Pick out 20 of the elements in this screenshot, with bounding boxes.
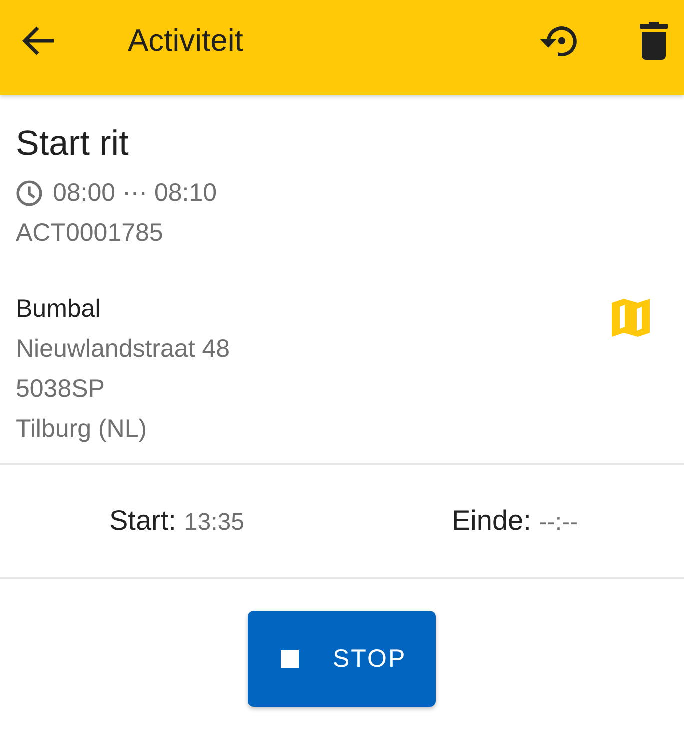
back-arrow-icon [22, 26, 56, 56]
time-window: 08:00 ⋯ 08:10 [53, 173, 218, 213]
time-value: --:-- [539, 509, 578, 537]
clock-icon [16, 180, 43, 206]
address-name: Bumbal [16, 294, 102, 325]
activity-title: Start rit [16, 123, 130, 165]
delete-button[interactable] [640, 22, 668, 60]
address-line: Tilburg (NL) [16, 414, 148, 445]
back-button[interactable] [22, 26, 56, 56]
time-label: Einde: [452, 505, 532, 537]
address-line: Nieuwlandstraat 48 [16, 334, 232, 365]
address-line: 5038SP [16, 374, 106, 405]
stop-button[interactable]: STOP [248, 611, 436, 707]
activity-code: ACT0001785 [16, 218, 164, 249]
time-label: Start: [110, 505, 176, 537]
stop-icon [281, 650, 299, 668]
screen-title: Activiteit [128, 22, 244, 60]
map-icon [612, 299, 650, 337]
time-value: 13:35 [184, 509, 244, 537]
trash-icon [640, 22, 668, 60]
